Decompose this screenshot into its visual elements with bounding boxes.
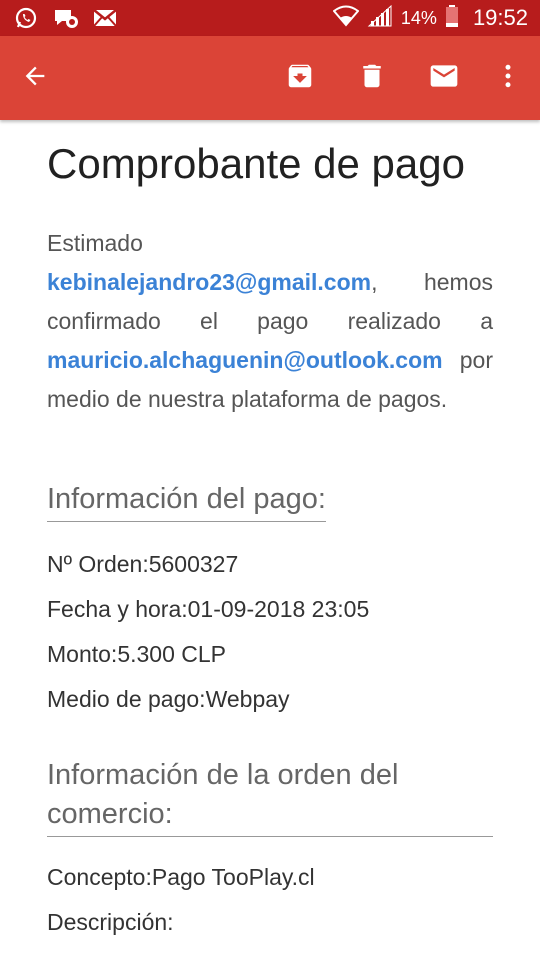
chat-icon — [52, 6, 78, 35]
description-row: Descripción: — [47, 900, 493, 945]
row-value: 5.300 CLP — [117, 641, 227, 667]
order-info-heading: Información de la orden del comercio: — [47, 756, 493, 837]
archive-button[interactable] — [270, 36, 330, 120]
wifi-icon — [332, 5, 360, 32]
signal-icon — [367, 4, 393, 33]
back-button[interactable] — [5, 36, 65, 120]
battery-icon — [445, 4, 459, 33]
arrow-back-icon — [21, 62, 49, 95]
row-label: Medio de pago: — [47, 686, 206, 712]
archive-icon — [285, 61, 315, 96]
notification-icons — [14, 6, 118, 35]
row-label: Descripción: — [47, 909, 174, 935]
order-number-row: Nº Orden:5600327 — [47, 542, 493, 587]
row-label: Nº Orden: — [47, 551, 149, 577]
payment-info-list: Nº Orden:5600327 Fecha y hora:01-09-2018… — [47, 542, 493, 722]
amount-row: Monto:5.300 CLP — [47, 632, 493, 677]
payee-email-link[interactable]: mauricio.alchaguenin@outlook.com — [47, 347, 443, 373]
payment-info-heading: Información del pago: — [47, 481, 326, 522]
email-title: Comprobante de pago — [47, 140, 465, 187]
app-bar — [0, 36, 540, 120]
email-body: Comprobante de pago Estimado kebinalejand… — [47, 120, 493, 945]
order-info-list: Concepto:Pago TooPlay.cl Descripción: — [47, 855, 493, 945]
concept-row: Concepto:Pago TooPlay.cl — [47, 855, 493, 900]
row-value: Webpay — [205, 686, 290, 712]
payment-method-row: Medio de pago:Webpay — [47, 677, 493, 722]
payer-email-link[interactable]: kebinalejandro23@gmail.com — [47, 269, 371, 295]
clock: 19:52 — [472, 5, 528, 30]
status-bar: 14% 19:52 — [0, 0, 540, 36]
mark-unread-button[interactable] — [414, 36, 474, 120]
whatsapp-icon — [14, 6, 38, 35]
row-label: Monto: — [47, 641, 118, 667]
gmail-notification-icon — [92, 7, 118, 34]
row-value: 5600327 — [148, 551, 239, 577]
row-value: Pago TooPlay.cl — [151, 864, 315, 890]
delete-button[interactable] — [342, 36, 402, 120]
greeting: Estimado — [47, 230, 143, 256]
confirmation-paragraph: Estimado kebinalejandro23@gmail.com, hemo… — [47, 224, 493, 419]
row-label: Fecha y hora: — [47, 596, 188, 622]
battery-percent: 14% — [400, 7, 437, 28]
row-label: Concepto: — [47, 864, 152, 890]
delete-icon — [357, 61, 387, 96]
more-options-button[interactable] — [478, 36, 538, 120]
row-value: 01-09-2018 23:05 — [187, 596, 370, 622]
mail-icon — [428, 60, 460, 97]
date-time-row: Fecha y hora:01-09-2018 23:05 — [47, 587, 493, 632]
more-vert-icon — [493, 61, 523, 96]
